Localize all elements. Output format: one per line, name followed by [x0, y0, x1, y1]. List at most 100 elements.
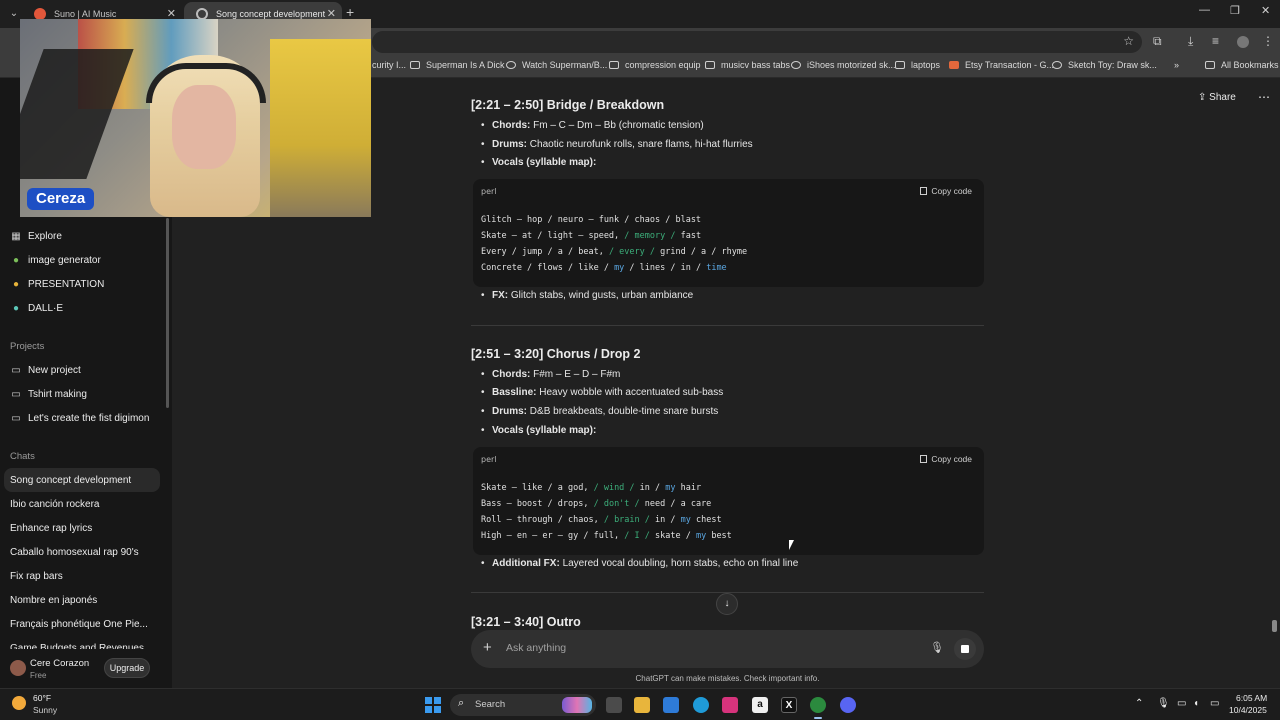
- sidebar-item-explore[interactable]: ▦ Explore: [10, 231, 62, 242]
- browser-menu-icon[interactable]: ⋮: [1262, 34, 1274, 48]
- code-token: my: [614, 263, 625, 273]
- copilot-icon[interactable]: [663, 697, 679, 713]
- bookmark-item[interactable]: compression equip: [609, 60, 701, 70]
- task-view-icon[interactable]: [606, 697, 622, 713]
- sidebar-item-digimon[interactable]: ▭ Let's create the fist digimon: [10, 413, 149, 424]
- user-account[interactable]: Cere Corazon Free Upgrade: [0, 652, 172, 688]
- chats-heading: Chats: [10, 451, 35, 462]
- amazon-icon[interactable]: a: [752, 697, 768, 713]
- chrome-icon[interactable]: [810, 697, 826, 713]
- more-options-button[interactable]: ⋯: [1258, 90, 1270, 104]
- disclaimer: ChatGPT can make mistakes. Check importa…: [635, 674, 820, 683]
- sidebar-item-new-project[interactable]: ▭ New project: [10, 365, 81, 376]
- volume-icon[interactable]: ◖: [1193, 698, 1199, 709]
- instagram-icon[interactable]: [722, 697, 738, 713]
- x-icon[interactable]: X: [781, 697, 797, 713]
- section-title: [2:21 – 2:50] Bridge / Breakdown: [471, 98, 665, 112]
- bookmark-item[interactable]: Sketch Toy: Draw sk...: [1052, 60, 1157, 70]
- clock-time[interactable]: 6:05 AM: [1236, 693, 1267, 703]
- scroll-down-button[interactable]: ↓: [716, 593, 738, 615]
- copy-code-button[interactable]: Copy code: [920, 454, 972, 464]
- sidebar-item-image-generator[interactable]: ● image generator: [10, 255, 101, 266]
- chat-item[interactable]: Enhance rap lyrics: [10, 523, 92, 534]
- upgrade-button[interactable]: Upgrade: [104, 658, 150, 678]
- tab-label: Suno | AI Music: [54, 9, 117, 19]
- code-text: chest: [690, 515, 722, 525]
- mic-tray-icon[interactable]: 🎙: [1157, 698, 1170, 709]
- chat-item[interactable]: Fix rap bars: [10, 571, 63, 582]
- clock-date[interactable]: 10/4/2025: [1229, 705, 1267, 715]
- background-shelf: [270, 39, 371, 217]
- bookmark-label: curity I...: [372, 60, 407, 70]
- bookmark-item[interactable]: iShoes motorized sk...: [791, 60, 896, 70]
- stop-generating-button[interactable]: [954, 638, 976, 660]
- bullet-text: Glitch stabs, wind gusts, urban ambiance: [510, 290, 694, 301]
- profile-avatar-icon[interactable]: [1237, 36, 1249, 48]
- bullet-label: Vocals (syllable map):: [492, 157, 597, 168]
- chat-item[interactable]: Nombre en japonés: [10, 595, 97, 606]
- chat-item[interactable]: Caballo homosexual rap 90's: [10, 547, 139, 558]
- sidebar-item-tshirt-making[interactable]: ▭ Tshirt making: [10, 389, 87, 400]
- bookmark-star-icon[interactable]: ☆: [1123, 34, 1134, 48]
- globe-icon: [1052, 61, 1062, 69]
- section-divider: [471, 325, 984, 326]
- add-attachment-button[interactable]: +: [483, 639, 492, 656]
- share-label: Share: [1209, 92, 1236, 103]
- copy-code-button[interactable]: Copy code: [920, 186, 972, 196]
- file-explorer-icon[interactable]: [634, 697, 650, 713]
- all-bookmarks-button[interactable]: All Bookmarks: [1205, 60, 1279, 70]
- maximize-button[interactable]: ❐: [1230, 4, 1240, 17]
- weather-sun-icon[interactable]: [12, 696, 26, 710]
- weather-condition[interactable]: Sunny: [33, 705, 57, 715]
- bookmark-item[interactable]: laptops: [895, 60, 940, 70]
- network-icon[interactable]: ▭: [1177, 698, 1186, 709]
- arrow-down-icon: ↓: [724, 598, 730, 609]
- tray-overflow-icon[interactable]: ⌃: [1135, 698, 1143, 709]
- code-token: / brain /: [603, 515, 650, 525]
- projects-heading: Projects: [10, 341, 45, 352]
- start-button[interactable]: [425, 697, 441, 713]
- etsy-icon: [949, 61, 959, 69]
- folder-icon: [1205, 61, 1215, 69]
- bookmark-item[interactable]: curity I...: [372, 60, 406, 70]
- sidebar-item-presentation[interactable]: ● PRESENTATION: [10, 279, 104, 290]
- close-window-button[interactable]: ✕: [1261, 4, 1270, 17]
- chat-item[interactable]: Ibio canción rockera: [10, 499, 100, 510]
- share-button[interactable]: ⇪ Share: [1198, 92, 1236, 103]
- chat-item[interactable]: Game Budgets and Revenues: [10, 643, 144, 649]
- weather-temperature[interactable]: 60°F: [33, 693, 51, 703]
- reading-list-icon[interactable]: ≡: [1212, 34, 1219, 48]
- chat-item[interactable]: Song concept development: [10, 475, 131, 486]
- sidebar-item-dalle[interactable]: ● DALL·E: [10, 303, 63, 314]
- bookmark-item[interactable]: Superman Is A Dick: [410, 60, 505, 70]
- message-input[interactable]: Ask anything: [506, 642, 566, 654]
- bullet-text: Fm – C – Dm – Bb (chromatic tension): [533, 120, 704, 131]
- address-bar[interactable]: ☆: [372, 31, 1142, 53]
- battery-icon[interactable]: ▭: [1210, 698, 1219, 709]
- code-language: perl: [481, 455, 497, 464]
- user-name: Cere Corazon: [30, 658, 90, 669]
- search-icon: ⌕: [458, 697, 465, 709]
- main-scrollbar[interactable]: [1272, 620, 1277, 632]
- webcam-overlay: Cereza: [20, 19, 371, 217]
- taskbar-search[interactable]: ⌕ Search: [450, 694, 596, 716]
- download-icon[interactable]: ⤓: [1188, 34, 1193, 49]
- code-text: Every / jump / a / beat,: [481, 247, 609, 257]
- bookmarks-overflow-button[interactable]: »: [1174, 60, 1179, 70]
- grid-icon: ▦: [11, 231, 21, 242]
- new-tab-button[interactable]: +: [346, 4, 354, 20]
- minimize-button[interactable]: —: [1199, 4, 1210, 16]
- bookmark-label: Sketch Toy: Draw sk...: [1068, 60, 1157, 70]
- sidebar-scrollbar[interactable]: [166, 218, 169, 408]
- code-text: need / a care: [639, 499, 712, 509]
- microphone-icon[interactable]: 🎙: [930, 641, 944, 654]
- gpt-avatar-icon: ●: [12, 279, 20, 290]
- copy-icon: [920, 455, 928, 463]
- discord-icon[interactable]: [840, 697, 856, 713]
- bookmark-item[interactable]: Watch Superman/B...: [506, 60, 607, 70]
- chat-item[interactable]: Français phonétique One Pie...: [10, 619, 148, 630]
- bookmark-item[interactable]: musicv bass tabs: [705, 60, 790, 70]
- bookmark-item[interactable]: Etsy Transaction - G...: [949, 60, 1054, 70]
- extensions-icon[interactable]: ⧉: [1153, 34, 1162, 49]
- edge-icon[interactable]: [693, 697, 709, 713]
